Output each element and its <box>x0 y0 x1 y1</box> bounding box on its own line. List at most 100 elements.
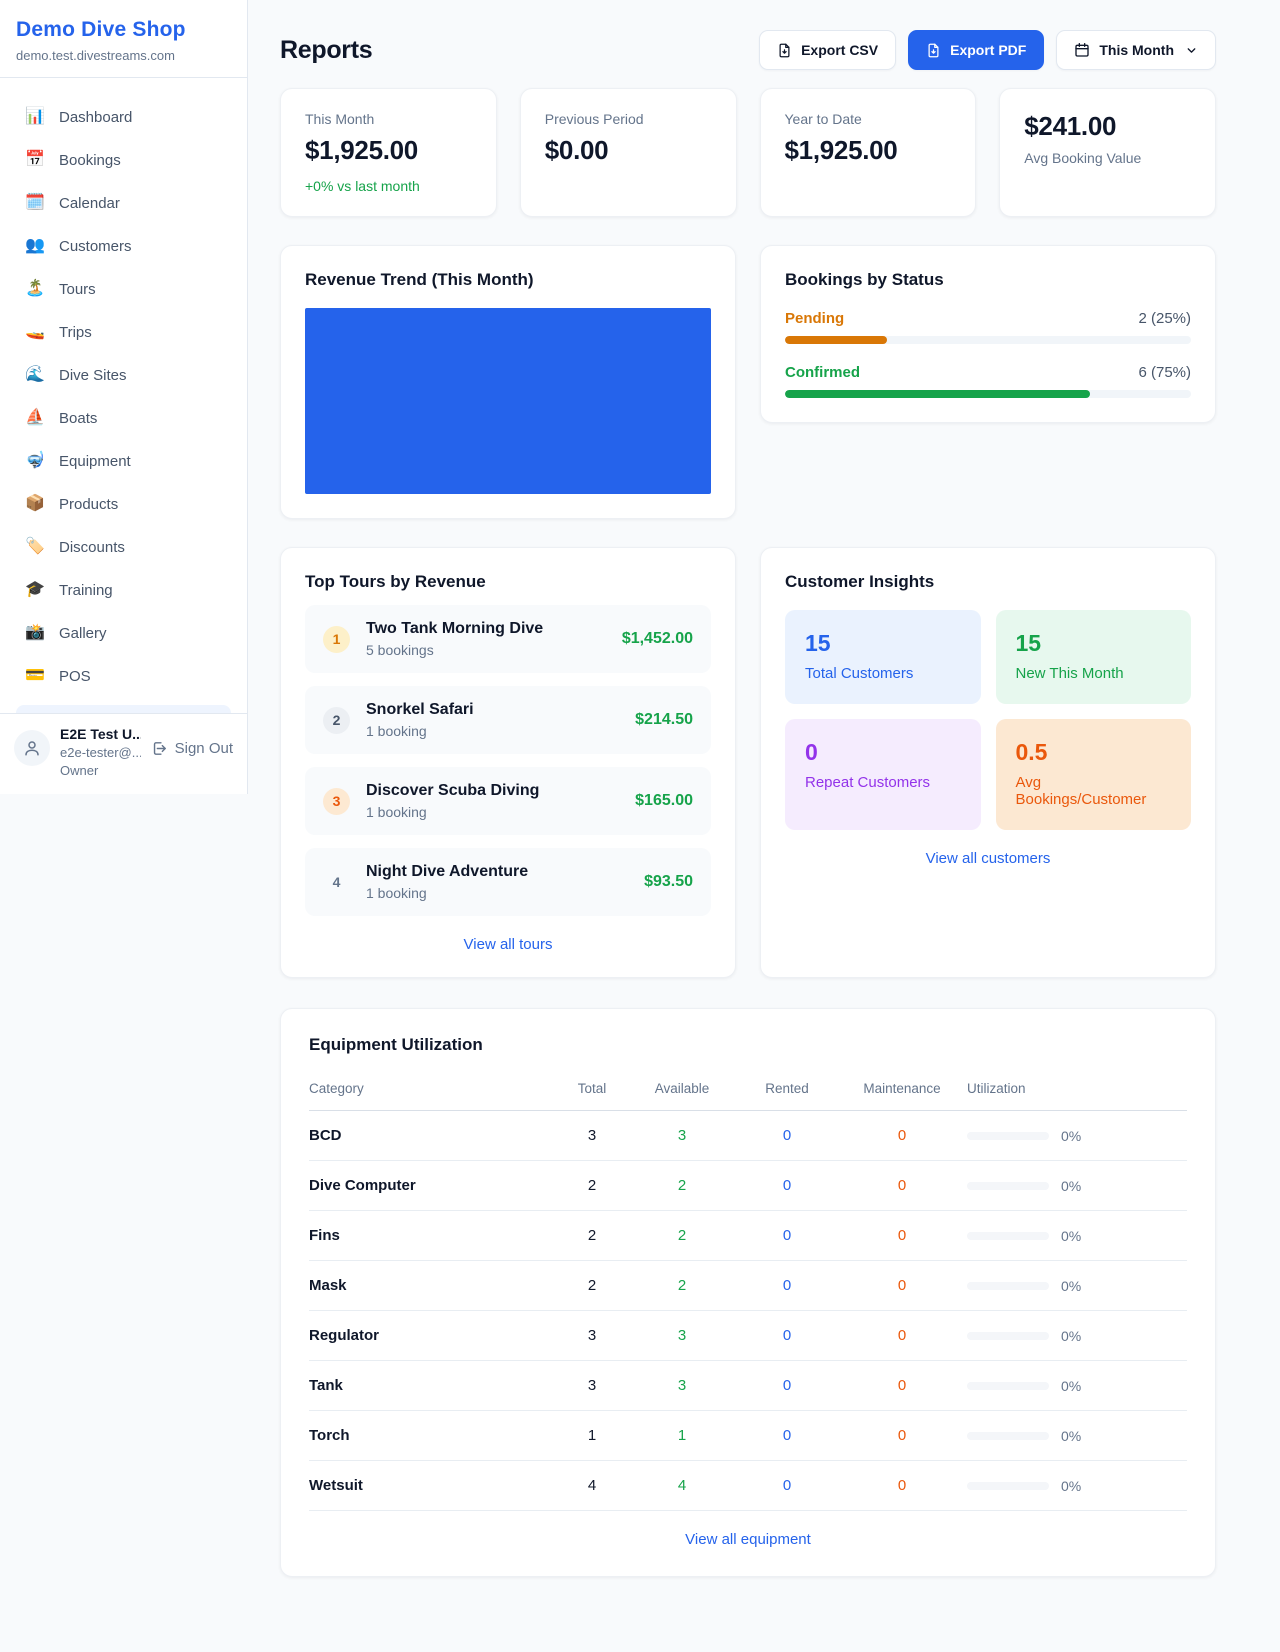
equipment-rented: 0 <box>737 1327 837 1344</box>
stat-delta: +0% vs last month <box>305 178 472 194</box>
insights-row: Top Tours by Revenue 1 Two Tank Morning … <box>280 547 1216 978</box>
label-tag-icon: 🏷️ <box>24 539 46 555</box>
utilization-percent: 0% <box>1061 1328 1081 1344</box>
export-csv-button[interactable]: Export CSV <box>759 30 896 70</box>
utilization-bar <box>967 1232 1049 1240</box>
column-header-available: Available <box>627 1081 737 1096</box>
column-header-category: Category <box>309 1081 557 1096</box>
bar-chart-icon: 📊 <box>24 109 46 125</box>
island-icon: 🏝️ <box>24 281 46 297</box>
tour-list-item[interactable]: 3 Discover Scuba Diving 1 booking $165.0… <box>305 767 711 835</box>
user-email: e2e-tester@... <box>60 745 141 760</box>
sign-out-button[interactable]: Sign Out <box>151 740 233 757</box>
sidebar-item-customers[interactable]: 👥 Customers <box>8 227 239 265</box>
equipment-total: 4 <box>557 1477 627 1494</box>
tour-name: Night Dive Adventure <box>366 863 628 881</box>
sidebar-nav: 📊 Dashboard 📅 Bookings 🗓️ Calendar 👥 Cus… <box>0 78 247 713</box>
status-line: Confirmed 6 (75%) <box>785 364 1191 381</box>
equipment-utilization-cell: 0% <box>967 1478 1187 1494</box>
export-pdf-button[interactable]: Export PDF <box>908 30 1044 70</box>
stat-card-previous-period: Previous Period $0.00 <box>520 88 737 217</box>
tour-revenue: $214.50 <box>635 711 693 729</box>
tour-revenue: $93.50 <box>644 873 693 891</box>
sign-out-label: Sign Out <box>175 740 233 757</box>
package-icon: 📦 <box>24 496 46 512</box>
sidebar-item-training[interactable]: 🎓 Training <box>8 571 239 609</box>
equipment-utilization-cell: 0% <box>967 1378 1187 1394</box>
sidebar-item-dive-sites[interactable]: 🌊 Dive Sites <box>8 356 239 394</box>
status-row: Confirmed 6 (75%) <box>785 364 1191 398</box>
sidebar-item-label: Dive Sites <box>59 367 127 384</box>
sidebar-item-calendar[interactable]: 🗓️ Calendar <box>8 184 239 222</box>
column-header-maintenance: Maintenance <box>837 1081 967 1096</box>
status-label: Pending <box>785 310 844 327</box>
main-content: Reports Export CSV Export PDF This Month <box>248 0 1280 1652</box>
equipment-maintenance: 0 <box>837 1377 967 1394</box>
stat-label: This Month <box>305 111 472 127</box>
sidebar-item-label: Products <box>59 496 118 513</box>
equipment-table: Category Total Available Rented Maintena… <box>309 1069 1187 1511</box>
utilization-percent: 0% <box>1061 1178 1081 1194</box>
status-progress-bar <box>785 336 887 344</box>
page-title: Reports <box>280 36 372 65</box>
bookings-by-status-card: Bookings by Status Pending 2 (25%) <box>760 245 1216 423</box>
sidebar-item-label: Tours <box>59 281 96 298</box>
view-all-tours-link[interactable]: View all tours <box>305 936 711 953</box>
equipment-table-row: Wetsuit 4 4 0 0 0% <box>309 1461 1187 1511</box>
revenue-trend-chart <box>305 308 711 494</box>
revenue-trend-card: Revenue Trend (This Month) <box>280 245 736 519</box>
person-icon <box>23 739 41 757</box>
equipment-rented: 0 <box>737 1277 837 1294</box>
equipment-available: 4 <box>627 1477 737 1494</box>
equipment-utilization-title: Equipment Utilization <box>309 1035 1187 1055</box>
stat-value: $1,925.00 <box>305 135 472 166</box>
status-progress-track <box>785 390 1191 398</box>
tour-list-item[interactable]: 2 Snorkel Safari 1 booking $214.50 <box>305 686 711 754</box>
sidebar-item-discounts[interactable]: 🏷️ Discounts <box>8 528 239 566</box>
equipment-maintenance: 0 <box>837 1427 967 1444</box>
sidebar-item-tours[interactable]: 🏝️ Tours <box>8 270 239 308</box>
utilization-bar <box>967 1182 1049 1190</box>
sidebar-item-label: Discounts <box>59 539 125 556</box>
customer-insights-card: Customer Insights 15 Total Customers 15 … <box>760 547 1216 978</box>
equipment-rented: 0 <box>737 1177 837 1194</box>
sidebar-item-trips[interactable]: 🚤 Trips <box>8 313 239 351</box>
customer-insights-title: Customer Insights <box>785 572 1191 592</box>
equipment-utilization-cell: 0% <box>967 1278 1187 1294</box>
equipment-available: 2 <box>627 1227 737 1244</box>
status-row: Pending 2 (25%) <box>785 310 1191 344</box>
equipment-maintenance: 0 <box>837 1327 967 1344</box>
sidebar-item-label: Calendar <box>59 195 120 212</box>
sidebar-item-bookings[interactable]: 📅 Bookings <box>8 141 239 179</box>
page-header: Reports Export CSV Export PDF This Month <box>280 30 1216 70</box>
sidebar-item-boats[interactable]: ⛵ Boats <box>8 399 239 437</box>
period-dropdown[interactable]: This Month <box>1056 30 1216 70</box>
equipment-table-header: Category Total Available Rented Maintena… <box>309 1069 1187 1111</box>
stat-card-year-to-date: Year to Date $1,925.00 <box>760 88 977 217</box>
sidebar-item-products[interactable]: 📦 Products <box>8 485 239 523</box>
view-all-customers-link[interactable]: View all customers <box>785 850 1191 867</box>
view-all-equipment-link[interactable]: View all equipment <box>309 1531 1187 1548</box>
equipment-available: 1 <box>627 1427 737 1444</box>
sidebar-item-pos[interactable]: 💳 POS <box>8 657 239 695</box>
equipment-total: 1 <box>557 1427 627 1444</box>
status-value: 6 (75%) <box>1138 364 1191 381</box>
stat-label: Previous Period <box>545 111 712 127</box>
sidebar-item-dashboard[interactable]: 📊 Dashboard <box>8 98 239 136</box>
equipment-rented: 0 <box>737 1127 837 1144</box>
equipment-total: 3 <box>557 1377 627 1394</box>
sidebar-item-equipment[interactable]: 🤿 Equipment <box>8 442 239 480</box>
equipment-total: 3 <box>557 1327 627 1344</box>
brand-domain: demo.test.divestreams.com <box>16 48 231 63</box>
export-pdf-label: Export PDF <box>950 42 1026 58</box>
utilization-percent: 0% <box>1061 1428 1081 1444</box>
sidebar-active-item-peek[interactable] <box>16 705 231 713</box>
equipment-maintenance: 0 <box>837 1227 967 1244</box>
tour-info: Two Tank Morning Dive 5 bookings <box>366 620 606 658</box>
period-label: This Month <box>1099 42 1174 58</box>
tour-list-item[interactable]: 4 Night Dive Adventure 1 booking $93.50 <box>305 848 711 916</box>
utilization-bar <box>967 1132 1049 1140</box>
equipment-utilization-cell: 0% <box>967 1228 1187 1244</box>
sidebar-item-gallery[interactable]: 📸 Gallery <box>8 614 239 652</box>
tour-list-item[interactable]: 1 Two Tank Morning Dive 5 bookings $1,45… <box>305 605 711 673</box>
